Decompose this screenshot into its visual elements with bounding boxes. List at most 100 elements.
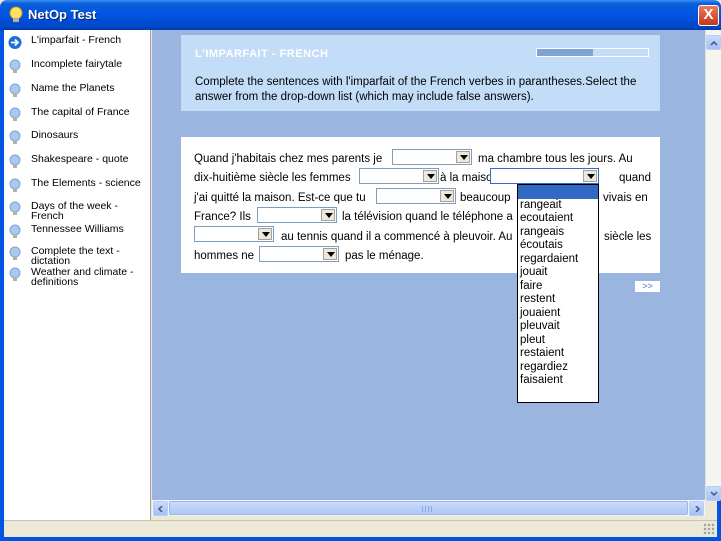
close-button[interactable]: X: [698, 5, 719, 26]
dropdown-option[interactable]: [518, 185, 598, 199]
scroll-right-button[interactable]: [689, 501, 704, 516]
dropdown-option[interactable]: rangeait: [518, 199, 598, 213]
scroll-grip: [422, 506, 434, 512]
sentence-text: beaucoup: [460, 192, 511, 204]
dropdown-option[interactable]: regardiez: [518, 361, 598, 375]
sidebar-item-label: The Elements - science: [31, 177, 141, 189]
lightbulb-icon: [9, 224, 21, 238]
sidebar-item-label: Tennessee Williams: [31, 223, 124, 235]
answer-dropdown-5[interactable]: [257, 207, 337, 223]
dropdown-option[interactable]: rangeais: [518, 226, 598, 240]
dropdown-option[interactable]: faisaient: [518, 374, 598, 388]
chevron-up-icon: [710, 40, 718, 46]
sentence-text: pas le ménage.: [345, 250, 424, 262]
sidebar-item-tennessee-williams[interactable]: Tennessee Williams: [8, 224, 149, 239]
answer-dropdown-6[interactable]: [194, 226, 274, 242]
chevron-down-icon: [710, 491, 718, 497]
chevron-down-icon[interactable]: [258, 228, 272, 240]
exercise-instructions: Complete the sentences with l'imparfait …: [195, 76, 637, 103]
status-bar: [4, 520, 717, 537]
sentence-text: j'ai quitté la maison. Est-ce que tu: [194, 192, 366, 204]
window-title: NetOp Test: [28, 7, 97, 22]
answer-dropdown-4[interactable]: [376, 188, 456, 204]
chevron-down-icon[interactable]: [440, 190, 454, 202]
sidebar-item-shakespeare-quote[interactable]: Shakespeare - quote: [8, 154, 149, 169]
sidebar-item-label: The capital of France: [31, 106, 130, 118]
chevron-down-icon[interactable]: [456, 151, 470, 163]
answer-dropdown-3[interactable]: [490, 168, 599, 184]
main-content: L'IMPARFAIT - FRENCH Complete the senten…: [152, 30, 705, 500]
sidebar-item-weather-climate[interactable]: Weather and climate - definitions: [8, 267, 149, 287]
dropdown-option[interactable]: regardaient: [518, 253, 598, 267]
sidebar-item-capital-of-france[interactable]: The capital of France: [8, 107, 149, 122]
answer-dropdown-7[interactable]: [259, 246, 339, 262]
sidebar-item-days-of-week-french[interactable]: Days of the week - French: [8, 201, 149, 221]
sidebar-item-label: Shakespeare - quote: [31, 153, 129, 165]
horizontal-scrollbar[interactable]: [152, 500, 705, 516]
dropdown-option[interactable]: ecoutaient: [518, 212, 598, 226]
lightbulb-icon: [9, 178, 21, 192]
lightbulb-icon: [9, 6, 23, 22]
sidebar-item-label: L'imparfait - French: [31, 34, 122, 46]
dropdown-option[interactable]: jouaient: [518, 307, 598, 321]
answer-dropdown-2[interactable]: [359, 168, 439, 184]
lightbulb-icon: [9, 59, 21, 73]
sidebar-item-name-the-planets[interactable]: Name the Planets: [8, 83, 149, 98]
resize-grip-icon[interactable]: [703, 523, 715, 535]
sentence-text: ma chambre tous les jours. Au: [478, 153, 633, 165]
sentence-text: hommes ne: [194, 250, 255, 262]
sentence-text: la télévision quand le téléphone a: [342, 211, 513, 223]
dropdown-option[interactable]: restaient: [518, 347, 598, 361]
chevron-down-icon[interactable]: [583, 170, 597, 182]
sentence-text: siècle les: [604, 231, 652, 243]
sentence-text: quand: [619, 172, 651, 184]
sentence-text: au tennis quand il a commencé à pleuvoir…: [281, 231, 513, 243]
sidebar-item-incomplete-fairytale[interactable]: Incomplete fairytale: [8, 59, 149, 74]
sidebar-item-label: Complete the text - dictation: [31, 245, 120, 267]
progress-fill: [537, 49, 593, 56]
sidebar-item-label: Days of the week - French: [31, 200, 118, 222]
sentence-text: vivais en: [603, 192, 648, 204]
sentence-text: dix-huitième siècle les femmes: [194, 172, 351, 184]
lightbulb-icon: [9, 83, 21, 97]
lightbulb-icon: [9, 154, 21, 168]
lightbulb-icon: [9, 130, 21, 144]
scroll-down-button[interactable]: [706, 486, 721, 501]
scroll-thumb[interactable]: [169, 501, 688, 515]
sidebar-item-elements-science[interactable]: The Elements - science: [8, 178, 149, 193]
chevron-right-icon: [695, 506, 701, 512]
next-button[interactable]: >>: [635, 281, 660, 292]
dropdown-option[interactable]: jouait: [518, 266, 598, 280]
sidebar-item-label: Incomplete fairytale: [31, 58, 123, 70]
dropdown-option[interactable]: restent: [518, 293, 598, 307]
sidebar-item-label: Name the Planets: [31, 82, 115, 94]
dropdown-option[interactable]: écoutais: [518, 239, 598, 253]
chevron-down-icon[interactable]: [323, 248, 337, 260]
dropdown-list[interactable]: rangeait ecoutaient rangeais écoutais re…: [517, 184, 599, 403]
chevron-down-icon[interactable]: [321, 209, 335, 221]
progress-bar: [536, 48, 649, 57]
lightbulb-icon: [9, 201, 21, 215]
dropdown-option[interactable]: pleut: [518, 334, 598, 348]
sidebar: L'imparfait - French Incomplete fairytal…: [4, 30, 151, 520]
lightbulb-icon: [9, 107, 21, 121]
sidebar-item-complete-text-dictation[interactable]: Complete the text - dictation: [8, 246, 149, 266]
scroll-up-button[interactable]: [706, 35, 721, 50]
answer-dropdown-1[interactable]: [392, 149, 472, 165]
arrow-circle-icon: [8, 36, 22, 49]
sidebar-item-dinosaurs[interactable]: Dinosaurs: [8, 130, 149, 145]
lightbulb-icon: [9, 267, 21, 281]
sentence-text: Quand j'habitais chez mes parents je: [194, 153, 383, 165]
scroll-left-button[interactable]: [153, 501, 168, 516]
lightbulb-icon: [9, 246, 21, 260]
sidebar-item-label: Dinosaurs: [31, 129, 79, 141]
vertical-scrollbar[interactable]: [705, 30, 721, 501]
sentence-text: France? Ils: [194, 211, 251, 223]
chevron-down-icon[interactable]: [423, 170, 437, 182]
dropdown-option[interactable]: faire: [518, 280, 598, 294]
sidebar-item-imparfait-french[interactable]: L'imparfait - French: [8, 35, 149, 50]
dropdown-option[interactable]: pleuvait: [518, 320, 598, 334]
exercise-title: L'IMPARFAIT - FRENCH: [195, 48, 329, 60]
chevron-left-icon: [157, 506, 163, 512]
sidebar-item-label: Weather and climate - definitions: [31, 266, 134, 288]
